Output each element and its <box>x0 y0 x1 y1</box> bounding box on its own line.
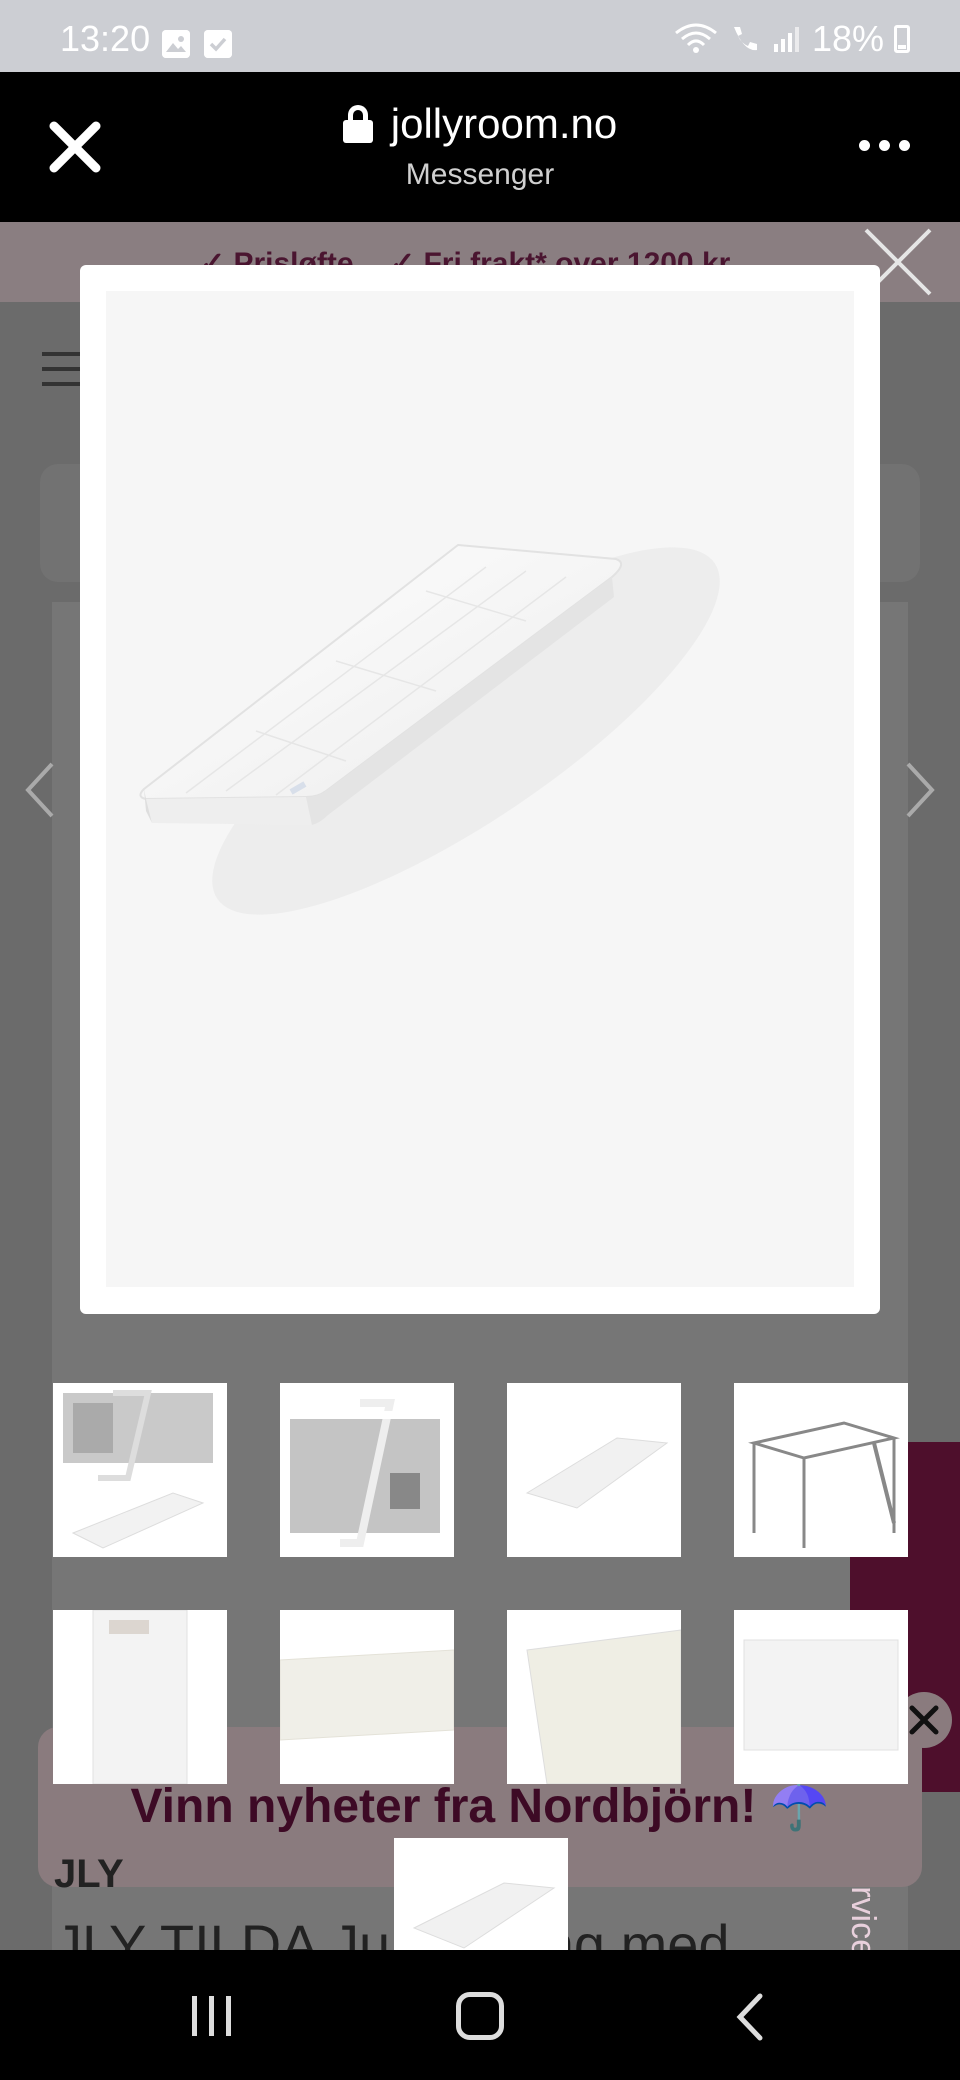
product-title: JLY TILDA Juniorseng med <box>54 1913 730 1950</box>
chevron-left-icon[interactable] <box>20 760 60 820</box>
product-image[interactable] <box>106 291 854 1287</box>
wifi-call-icon <box>733 27 757 51</box>
signal-icon <box>773 27 799 52</box>
browser-header: jollyroom.no Messenger <box>0 72 960 222</box>
mattress-image <box>139 543 720 915</box>
thumb-bed-frame[interactable] <box>734 1383 908 1557</box>
status-bar: 13:20 18% <box>0 0 960 72</box>
thumb-bed-with-tent[interactable] <box>280 1383 454 1557</box>
banner-text: Vinn nyheter fra Nordbjörn! ☂️ <box>130 1780 830 1833</box>
back-icon[interactable] <box>730 1992 770 2042</box>
thumb-foam-detail[interactable] <box>507 1610 681 1784</box>
thumb-mattress-package[interactable] <box>53 1610 227 1784</box>
more-icon[interactable] <box>859 140 910 151</box>
thumb-active-mattress[interactable] <box>394 1838 568 1950</box>
thumb-bed-and-mattress[interactable] <box>53 1383 227 1557</box>
url-text: jollyroom.no <box>390 100 618 147</box>
status-right: 18% <box>674 18 910 60</box>
lock-icon <box>342 105 373 143</box>
chevron-right-icon[interactable] <box>900 760 940 820</box>
url-source: Messenger <box>405 158 555 191</box>
recents-icon[interactable] <box>192 1996 231 2036</box>
battery-icon <box>894 25 910 53</box>
thumb-mattress-top[interactable] <box>734 1610 908 1784</box>
url-area[interactable]: jollyroom.no Messenger <box>0 100 960 192</box>
battery-percent: 18% <box>811 18 884 59</box>
wifi-icon <box>675 23 717 53</box>
home-icon[interactable] <box>456 1992 504 2040</box>
thumb-mattress[interactable] <box>507 1383 681 1557</box>
nav-bar <box>0 1950 960 2080</box>
product-code: JLY <box>54 1852 124 1896</box>
menu-icon <box>42 352 82 397</box>
thumb-mattress-closeup[interactable] <box>280 1610 454 1784</box>
lightbox <box>80 265 880 1314</box>
checkbox-icon <box>204 30 232 58</box>
status-time: 13:20 <box>60 18 151 59</box>
gallery-icon <box>162 30 190 58</box>
